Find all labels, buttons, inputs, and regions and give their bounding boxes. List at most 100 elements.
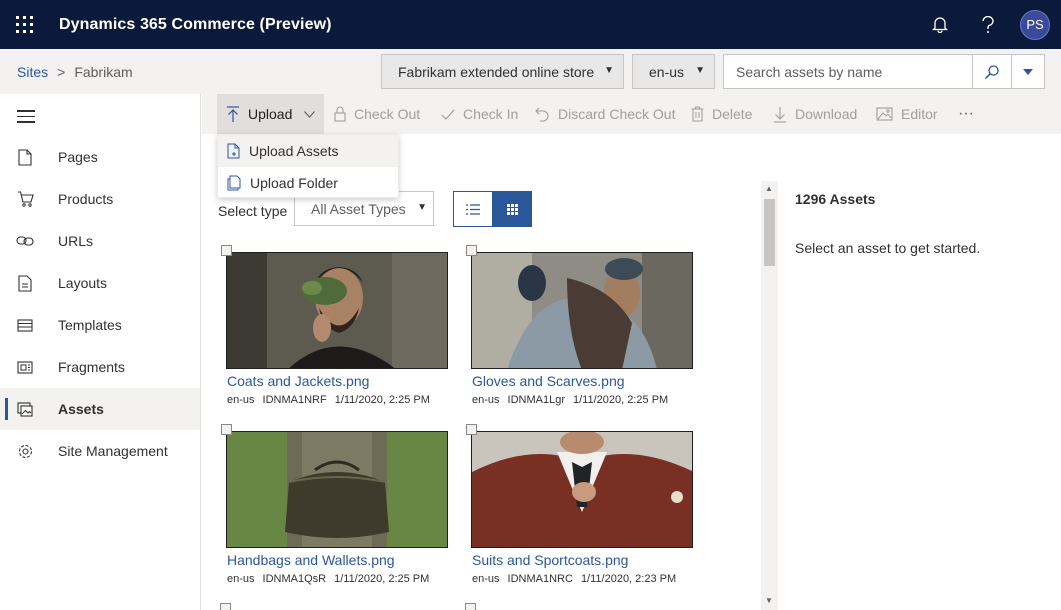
check-in-label: Check In (463, 106, 519, 122)
delete-button[interactable]: Delete (691, 94, 752, 134)
list-view-button[interactable] (453, 191, 493, 227)
scroll-down-icon[interactable]: ▼ (765, 596, 773, 605)
nav-item-fragments[interactable]: Fragments (0, 346, 200, 388)
site-select[interactable]: Fabrikam extended online store ▼ (381, 54, 624, 89)
check-out-button[interactable]: Check Out (334, 94, 420, 134)
nav-item-templates[interactable]: Templates (0, 304, 200, 346)
upload-icon (227, 105, 239, 122)
asset-name-link[interactable]: Coats and Jackets.png (227, 373, 456, 389)
breadcrumb-current: Fabrikam (74, 64, 133, 80)
asset-meta: en-us IDNMA1QsR 1/11/2020, 2:25 PM (227, 573, 456, 585)
chevron-down-icon (304, 110, 316, 118)
asset-count: 1296 Assets (795, 191, 876, 207)
top-bar: Dynamics 365 Commerce (Preview) PS (0, 0, 1061, 49)
asset-card[interactable]: Suits and Sportcoats.png en-us IDNMA1NRC 1… (466, 424, 701, 585)
asset-name-link[interactable]: Suits and Sportcoats.png (472, 552, 701, 568)
template-icon (0, 318, 58, 332)
nav-item-label: Products (58, 191, 114, 207)
command-bar: Upload Check Out Check In Discard Check … (202, 94, 1061, 134)
nav-item-urls[interactable]: URLs (0, 220, 200, 262)
breadcrumb-sites-link[interactable]: Sites (17, 64, 48, 80)
menu-item-upload-folder[interactable]: Upload Folder (218, 167, 398, 199)
site-select-value: Fabrikam extended online store (398, 63, 595, 80)
image-edit-icon (876, 107, 893, 121)
asset-checkbox[interactable] (466, 245, 477, 256)
list-icon (466, 203, 480, 215)
asset-thumbnail[interactable] (471, 252, 693, 369)
asset-thumbnail[interactable] (226, 431, 448, 548)
nav-item-assets[interactable]: Assets (0, 388, 200, 430)
details-hint: Select an asset to get started. (795, 240, 981, 256)
sub-header: Sites > Fabrikam Fabrikam extended onlin… (0, 49, 1061, 94)
more-options-button[interactable]: ··· (958, 94, 974, 134)
search-scope-dropdown[interactable] (1011, 55, 1044, 88)
upload-button[interactable]: Upload (217, 94, 324, 134)
discard-check-out-button[interactable]: Discard Check Out (535, 94, 675, 134)
asset-checkbox[interactable] (221, 245, 232, 256)
breadcrumb: Sites > Fabrikam (17, 64, 133, 80)
scroll-up-icon[interactable]: ▲ (765, 184, 773, 193)
nav-item-site-management[interactable]: Site Management (0, 430, 200, 472)
delete-label: Delete (712, 106, 753, 122)
assets-icon (0, 401, 58, 417)
chevron-down-icon: ▼ (417, 202, 427, 213)
vertical-scrollbar[interactable]: ▲ ▼ (761, 181, 778, 610)
hamburger-icon[interactable] (17, 110, 35, 127)
asset-card[interactable]: Handbags and Wallets.png en-us IDNMA1QsR 1… (221, 424, 456, 585)
nav-item-label: Layouts (58, 275, 108, 291)
fragment-icon (0, 360, 58, 374)
details-pane: 1296 Assets Select an asset to get start… (795, 191, 980, 256)
scrollbar-thumb[interactable] (764, 199, 775, 266)
search-button[interactable] (972, 55, 1011, 88)
nav-item-label: Assets (58, 401, 104, 417)
nav-item-products[interactable]: Products (0, 178, 200, 220)
asset-thumbnail[interactable] (471, 431, 693, 548)
nav-item-label: Pages (58, 149, 98, 165)
asset-date: 1/11/2020, 2:25 PM (334, 394, 430, 406)
menu-item-upload-assets[interactable]: Upload Assets (218, 135, 398, 167)
asset-locale: en-us (472, 573, 500, 585)
undo-icon (535, 107, 549, 122)
gear-icon (0, 443, 58, 460)
asset-date: 1/11/2020, 2:25 PM (573, 394, 669, 406)
asset-locale: en-us (227, 394, 255, 406)
asset-checkbox[interactable] (221, 424, 232, 435)
download-button[interactable]: Download (773, 94, 857, 134)
waffle-icon[interactable] (0, 0, 49, 49)
asset-meta: en-us IDNMA1NRC 1/11/2020, 2:23 PM (472, 573, 701, 585)
lock-icon (334, 106, 346, 122)
asset-checkbox[interactable] (466, 424, 477, 435)
download-icon (774, 106, 786, 123)
download-label: Download (795, 106, 858, 122)
trash-icon (691, 106, 704, 122)
app-title: Dynamics 365 Commerce (Preview) (59, 15, 332, 33)
asset-name-link[interactable]: Handbags and Wallets.png (227, 552, 456, 568)
avatar[interactable]: PS (1020, 9, 1050, 40)
asset-card[interactable]: Coats and Jackets.png en-us IDNMA1NRF 1/11… (221, 245, 456, 406)
asset-checkbox[interactable] (220, 603, 231, 610)
asset-checkbox[interactable] (465, 603, 476, 610)
asset-type-value: All Asset Types (311, 200, 406, 217)
grid-view-button[interactable] (492, 191, 532, 227)
search-input[interactable] (724, 55, 973, 88)
bell-icon[interactable] (916, 0, 964, 49)
nav-item-label: Fragments (58, 359, 125, 375)
asset-name-link[interactable]: Gloves and Scarves.png (472, 373, 701, 389)
editor-button[interactable]: Editor (876, 94, 938, 134)
asset-id: IDNMA1NRC (507, 573, 573, 585)
chevron-down-icon: ▼ (695, 65, 705, 76)
question-icon[interactable] (964, 0, 1012, 49)
nav-item-layouts[interactable]: Layouts (0, 262, 200, 304)
asset-thumbnail[interactable] (226, 252, 448, 369)
check-in-button[interactable]: Check In (441, 94, 518, 134)
nav-item-label: Site Management (58, 443, 168, 459)
files-icon (227, 175, 241, 191)
chevron-down-icon (1023, 68, 1034, 75)
nav-item-pages[interactable]: Pages (0, 136, 200, 178)
link-icon (0, 235, 58, 247)
locale-select[interactable]: en-us ▼ (632, 54, 715, 89)
asset-date: 1/11/2020, 2:25 PM (334, 573, 430, 585)
asset-card[interactable]: Gloves and Scarves.png en-us IDNMA1Lgr 1/1… (466, 245, 701, 406)
upload-menu: Upload Assets Upload Folder (217, 134, 399, 198)
nav-item-label: URLs (58, 233, 94, 249)
